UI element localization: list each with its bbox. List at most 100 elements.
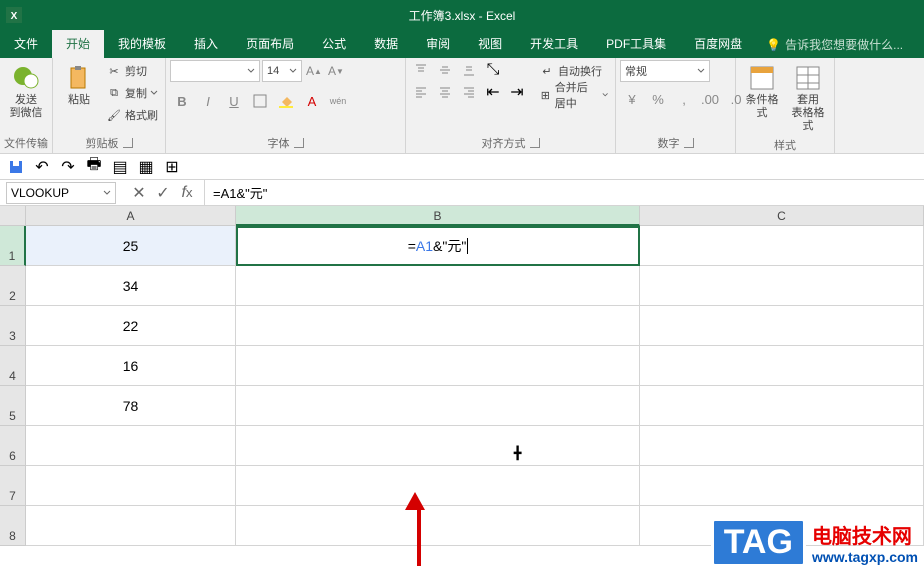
row-header-1[interactable]: 1 [0,226,26,266]
decrease-font-button[interactable]: A▼ [326,61,346,81]
select-all-corner[interactable] [0,206,26,226]
qat-btn-4[interactable]: 🖶 [84,157,104,177]
cell-a1[interactable]: 25 [26,226,236,266]
cell-c5[interactable] [640,386,924,426]
cell-c3[interactable] [640,306,924,346]
increase-decimal-button[interactable]: .00 [698,88,722,110]
merge-center-button[interactable]: ⊞合并后居中 [536,84,611,106]
cell-a5[interactable]: 78 [26,386,236,426]
tab-pdf[interactable]: PDF工具集 [592,30,680,58]
tab-view[interactable]: 视图 [464,30,516,58]
cell-b7[interactable] [236,466,640,506]
paste-button[interactable]: 粘贴 [57,60,101,109]
row-header-2[interactable]: 2 [0,266,26,306]
name-box[interactable]: VLOOKUP [6,182,116,204]
orientation-button[interactable]: ⤡ [482,60,504,80]
row-header-5[interactable]: 5 [0,386,26,426]
redo-button[interactable]: ↷ [58,157,78,177]
row-header-4[interactable]: 4 [0,346,26,386]
cell-a7[interactable] [26,466,236,506]
align-center-button[interactable] [434,82,456,102]
align-right-button[interactable] [458,82,480,102]
font-family-select[interactable] [170,60,260,82]
number-format-select[interactable]: 常规 [620,60,710,82]
tab-layout[interactable]: 页面布局 [232,30,308,58]
cell-ref: A1 [416,238,433,254]
cell-b4[interactable] [236,346,640,386]
underline-button[interactable]: U [222,90,246,112]
font-color-button[interactable]: A [300,90,324,112]
tab-dev[interactable]: 开发工具 [516,30,592,58]
row-header-6[interactable]: 6 [0,426,26,466]
cell-b2[interactable] [236,266,640,306]
cell-b1[interactable]: =A1&"元" [236,226,640,266]
cut-button[interactable]: ✂剪切 [103,60,161,82]
align-left-button[interactable] [410,82,432,102]
save-button[interactable] [6,157,26,177]
align-middle-button[interactable] [434,60,456,80]
fx-button[interactable]: fx [178,184,196,202]
row-header-3[interactable]: 3 [0,306,26,346]
cell-a8[interactable] [26,506,236,546]
cell-a4[interactable]: 16 [26,346,236,386]
cell-b8[interactable] [236,506,640,546]
comma-button[interactable]: , [672,88,696,110]
cell-a3[interactable]: 22 [26,306,236,346]
percent-button[interactable]: % [646,88,670,110]
cell-c4[interactable] [640,346,924,386]
tab-formulas[interactable]: 公式 [308,30,360,58]
tab-insert[interactable]: 插入 [180,30,232,58]
cell-c2[interactable] [640,266,924,306]
tab-home[interactable]: 开始 [52,30,104,58]
table-format-button[interactable]: 套用 表格格式 [786,60,830,135]
font-launcher[interactable] [294,138,304,148]
number-launcher[interactable] [684,138,694,148]
cell-b6[interactable] [236,426,640,466]
tab-review[interactable]: 审阅 [412,30,464,58]
row-header-8[interactable]: 8 [0,506,26,546]
qat-btn-6[interactable]: ▦ [136,157,156,177]
font-size-select[interactable]: 14 [262,60,302,82]
bulb-icon: 💡 [766,38,781,52]
row-header-7[interactable]: 7 [0,466,26,506]
increase-indent-button[interactable]: ⇥ [506,82,528,102]
cell-c1[interactable] [640,226,924,266]
tell-me[interactable]: 💡告诉我您想要做什么... [756,36,903,53]
fill-color-button[interactable] [274,90,298,112]
border-button[interactable] [248,90,272,112]
col-header-c[interactable]: C [640,206,924,226]
undo-button[interactable]: ↶ [32,157,52,177]
cell-b5[interactable] [236,386,640,426]
bold-button[interactable]: B [170,90,194,112]
send-to-wechat-button[interactable]: 发送到微信 [4,60,48,122]
increase-font-button[interactable]: A▲ [304,61,324,81]
col-header-a[interactable]: A [26,206,236,226]
italic-button[interactable]: I [196,90,220,112]
cell-b3[interactable] [236,306,640,346]
copy-button[interactable]: ⧉复制 [103,82,161,104]
cell-c6[interactable] [640,426,924,466]
qat-btn-7[interactable]: ⊞ [162,157,182,177]
clipboard-launcher[interactable] [123,138,133,148]
qat-btn-5[interactable]: ▤ [110,157,130,177]
cell-c7[interactable] [640,466,924,506]
formula-input[interactable]: =A1&"元" [205,183,924,202]
align-launcher[interactable] [530,138,540,148]
cell-a6[interactable] [26,426,236,466]
decrease-indent-button[interactable]: ⇤ [482,82,504,102]
tab-file[interactable]: 文件 [0,30,52,58]
conditional-format-button[interactable]: 条件格式 [740,60,784,122]
align-top-button[interactable] [410,60,432,80]
save-icon [8,159,24,175]
tab-templates[interactable]: 我的模板 [104,30,180,58]
align-bottom-button[interactable] [458,60,480,80]
enter-formula-button[interactable]: ✓ [154,184,172,202]
currency-button[interactable]: ¥ [620,88,644,110]
phonetic-button[interactable]: wén [326,90,350,112]
cell-a2[interactable]: 34 [26,266,236,306]
col-header-b[interactable]: B [236,206,640,226]
tab-data[interactable]: 数据 [360,30,412,58]
cancel-formula-button[interactable]: ✕ [130,184,148,202]
format-painter-button[interactable]: 🖌格式刷 [103,104,161,126]
tab-baidu[interactable]: 百度网盘 [680,30,756,58]
